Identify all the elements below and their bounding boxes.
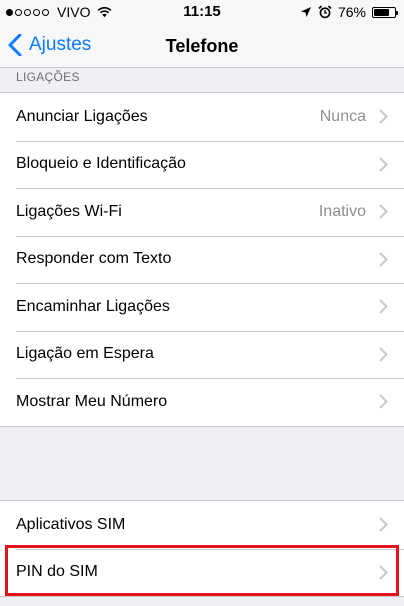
chevron-right-icon [379,394,388,409]
row-label: Bloqueio e Identificação [16,155,186,173]
chevron-right-icon [379,299,388,314]
chevron-right-icon [379,204,388,219]
navigation-bar: Ajustes Telefone [0,24,404,68]
battery-percent: 76% [337,4,366,20]
chevron-right-icon [379,109,388,124]
row-aplicativos-sim[interactable]: Aplicativos SIM [0,501,404,549]
section-header-ligacoes: LIGAÇÕES [16,70,80,84]
battery-level-fill [374,8,390,16]
chevron-right-icon [379,517,388,532]
sim-settings-group: Aplicativos SIM PIN do SIM [0,500,404,597]
location-arrow-icon [300,7,311,17]
row-label: Mostrar Meu Número [16,392,168,410]
chevron-right-icon [379,252,388,267]
calls-settings-group: Anunciar Ligações Nunca Bloqueio e Ident… [0,92,404,427]
row-ligacoes-wifi[interactable]: Ligações Wi-Fi Inativo [0,188,404,236]
row-ligacao-em-espera[interactable]: Ligação em Espera [0,330,404,379]
row-bloqueio-identificacao[interactable]: Bloqueio e Identificação [0,140,404,189]
row-encaminhar-ligacoes[interactable]: Encaminhar Ligações [0,283,404,331]
row-detail-value: Nunca [319,107,366,125]
row-anunciar-ligacoes[interactable]: Anunciar Ligações Nunca [0,93,404,141]
chevron-right-icon [379,347,388,362]
status-right: 76% [300,4,398,20]
alarm-clock-icon [318,5,332,19]
row-label: Ligações Wi-Fi [16,202,122,220]
row-detail-value: Inativo [318,202,366,220]
row-label: Aplicativos SIM [16,515,126,533]
page-title: Telefone [165,36,239,56]
row-label: PIN do SIM [16,563,98,581]
row-label: Anunciar Ligações [16,107,148,125]
row-mostrar-meu-numero[interactable]: Mostrar Meu Número [0,378,404,426]
row-pin-do-sim[interactable]: PIN do SIM [0,548,404,597]
row-label: Responder com Texto [16,250,172,268]
row-responder-com-texto[interactable]: Responder com Texto [0,235,404,284]
chevron-right-icon [379,565,388,580]
status-bar: VIVO 11:15 76% [0,0,404,24]
chevron-right-icon [379,157,388,172]
row-label: Encaminhar Ligações [16,297,170,315]
row-label: Ligação em Espera [16,345,154,363]
battery-icon [372,6,398,18]
